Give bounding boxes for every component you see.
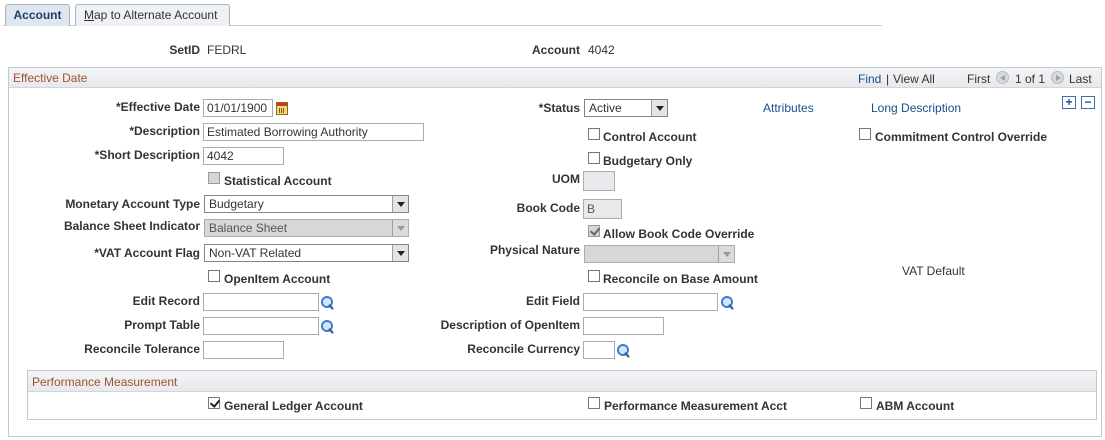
attributes-link[interactable]: Attributes [763, 101, 814, 115]
commitment-control-override-checkbox[interactable] [859, 128, 871, 140]
account-value: 4042 [588, 43, 615, 57]
performance-measurement-title: Performance Measurement [32, 375, 178, 389]
prompt-table-label: Prompt Table [124, 318, 200, 332]
reconcile-tolerance-field[interactable] [203, 341, 284, 359]
general-ledger-account-checkbox[interactable] [208, 397, 220, 409]
prompt-table-search-icon[interactable] [321, 320, 335, 334]
balance-sheet-indicator-value: Balance Sheet [209, 221, 288, 235]
account-label: Account [532, 43, 580, 57]
description-of-openitem-label: Description of OpenItem [440, 318, 580, 332]
openitem-account-label: OpenItem Account [224, 272, 331, 286]
effective-date-label: *Effective Date [115, 100, 200, 114]
edit-field-field[interactable] [583, 293, 718, 311]
first-label[interactable]: First [967, 72, 990, 86]
statistical-account-label: Statistical Account [224, 174, 332, 188]
monetary-account-type-label: Monetary Account Type [65, 197, 200, 211]
nav-separator: | [886, 72, 890, 86]
effective-date-header: Effective Date Find | View All First 1 o… [9, 68, 1101, 88]
vat-account-flag-value: Non-VAT Related [209, 246, 302, 260]
status-value: Active [589, 101, 622, 115]
short-description-field[interactable]: 4042 [203, 147, 284, 165]
description-field[interactable]: Estimated Borrowing Authority [203, 123, 424, 141]
previous-row-icon[interactable] [996, 71, 1009, 84]
edit-field-search-icon[interactable] [721, 296, 735, 310]
control-account-checkbox[interactable] [588, 128, 600, 140]
commitment-control-override-label: Commitment Control Override [875, 130, 1048, 144]
general-ledger-account-label: General Ledger Account [224, 399, 363, 413]
chevron-down-icon [392, 220, 408, 236]
reconcile-tolerance-label: Reconcile Tolerance [84, 342, 200, 356]
last-label[interactable]: Last [1069, 72, 1092, 86]
setid-label: SetID [169, 43, 200, 57]
control-account-label: Control Account [603, 130, 697, 144]
edit-record-field[interactable] [203, 293, 319, 311]
next-row-icon[interactable] [1051, 71, 1064, 84]
allow-book-code-override-checkbox[interactable] [588, 225, 600, 237]
balance-sheet-indicator-label: Balance Sheet Indicator [63, 219, 200, 233]
chevron-down-icon [392, 245, 408, 261]
statistical-account-checkbox[interactable] [208, 172, 220, 184]
edit-record-label: Edit Record [132, 294, 200, 308]
uom-field[interactable] [583, 171, 615, 191]
openitem-account-checkbox[interactable] [208, 270, 220, 282]
status-select[interactable]: Active [584, 99, 668, 117]
reconcile-currency-field[interactable] [583, 341, 615, 359]
calendar-icon[interactable] [276, 102, 288, 115]
vat-default-link[interactable]: VAT Default [902, 264, 965, 278]
row-counter: 1 of 1 [1015, 72, 1046, 86]
effective-date-field[interactable]: 01/01/1900 [203, 99, 273, 117]
performance-measurement-acct-checkbox[interactable] [588, 397, 600, 409]
short-description-label: *Short Description [94, 148, 200, 162]
monetary-account-type-value: Budgetary [209, 197, 264, 211]
book-code-field[interactable]: B [583, 199, 622, 219]
budgetary-only-label: Budgetary Only [603, 154, 693, 168]
add-row-button[interactable]: + [1062, 96, 1076, 109]
tab-map-to-alternate-account[interactable]: Map to Alternate Account [75, 4, 230, 26]
reconcile-currency-search-icon[interactable] [617, 344, 631, 358]
find-link[interactable]: Find [858, 72, 881, 86]
delete-row-button[interactable]: − [1081, 96, 1095, 109]
reconcile-on-base-amount-label: Reconcile on Base Amount [603, 272, 758, 286]
reconcile-currency-label: Reconcile Currency [467, 342, 580, 356]
chevron-down-icon [392, 196, 408, 212]
status-label: *Status [538, 101, 580, 115]
balance-sheet-indicator-select[interactable]: Balance Sheet [204, 219, 409, 237]
tab-label-rest: ap to Alternate Account [94, 8, 218, 22]
monetary-account-type-select[interactable]: Budgetary [204, 195, 409, 213]
allow-book-code-override-label: Allow Book Code Override [603, 227, 755, 241]
performance-measurement-header: Performance Measurement [28, 371, 1096, 392]
performance-measurement-acct-label: Performance Measurement Acct [604, 399, 787, 413]
book-code-label: Book Code [516, 201, 580, 215]
abm-account-label: ABM Account [876, 399, 955, 413]
tab-accesskey-letter: M [84, 8, 94, 22]
reconcile-on-base-amount-checkbox[interactable] [588, 270, 600, 282]
chevron-down-icon [651, 100, 667, 116]
view-all-link[interactable]: View All [893, 72, 935, 86]
edit-record-search-icon[interactable] [321, 296, 335, 310]
description-label: *Description [129, 124, 200, 138]
description-of-openitem-field[interactable] [583, 317, 664, 335]
long-description-link[interactable]: Long Description [871, 101, 961, 115]
vat-account-flag-select[interactable]: Non-VAT Related [204, 244, 409, 262]
chevron-down-icon [718, 246, 734, 262]
prompt-table-field[interactable] [203, 317, 319, 335]
physical-nature-label: Physical Nature [489, 243, 580, 257]
physical-nature-select[interactable] [584, 245, 735, 263]
effective-date-title: Effective Date [13, 71, 88, 85]
budgetary-only-checkbox[interactable] [588, 152, 600, 164]
edit-field-label: Edit Field [526, 294, 580, 308]
uom-label: UOM [552, 172, 580, 186]
abm-account-checkbox[interactable] [860, 397, 872, 409]
setid-value: FEDRL [207, 43, 247, 57]
vat-account-flag-label: *VAT Account Flag [94, 246, 200, 260]
tab-account[interactable]: Account [5, 4, 70, 26]
